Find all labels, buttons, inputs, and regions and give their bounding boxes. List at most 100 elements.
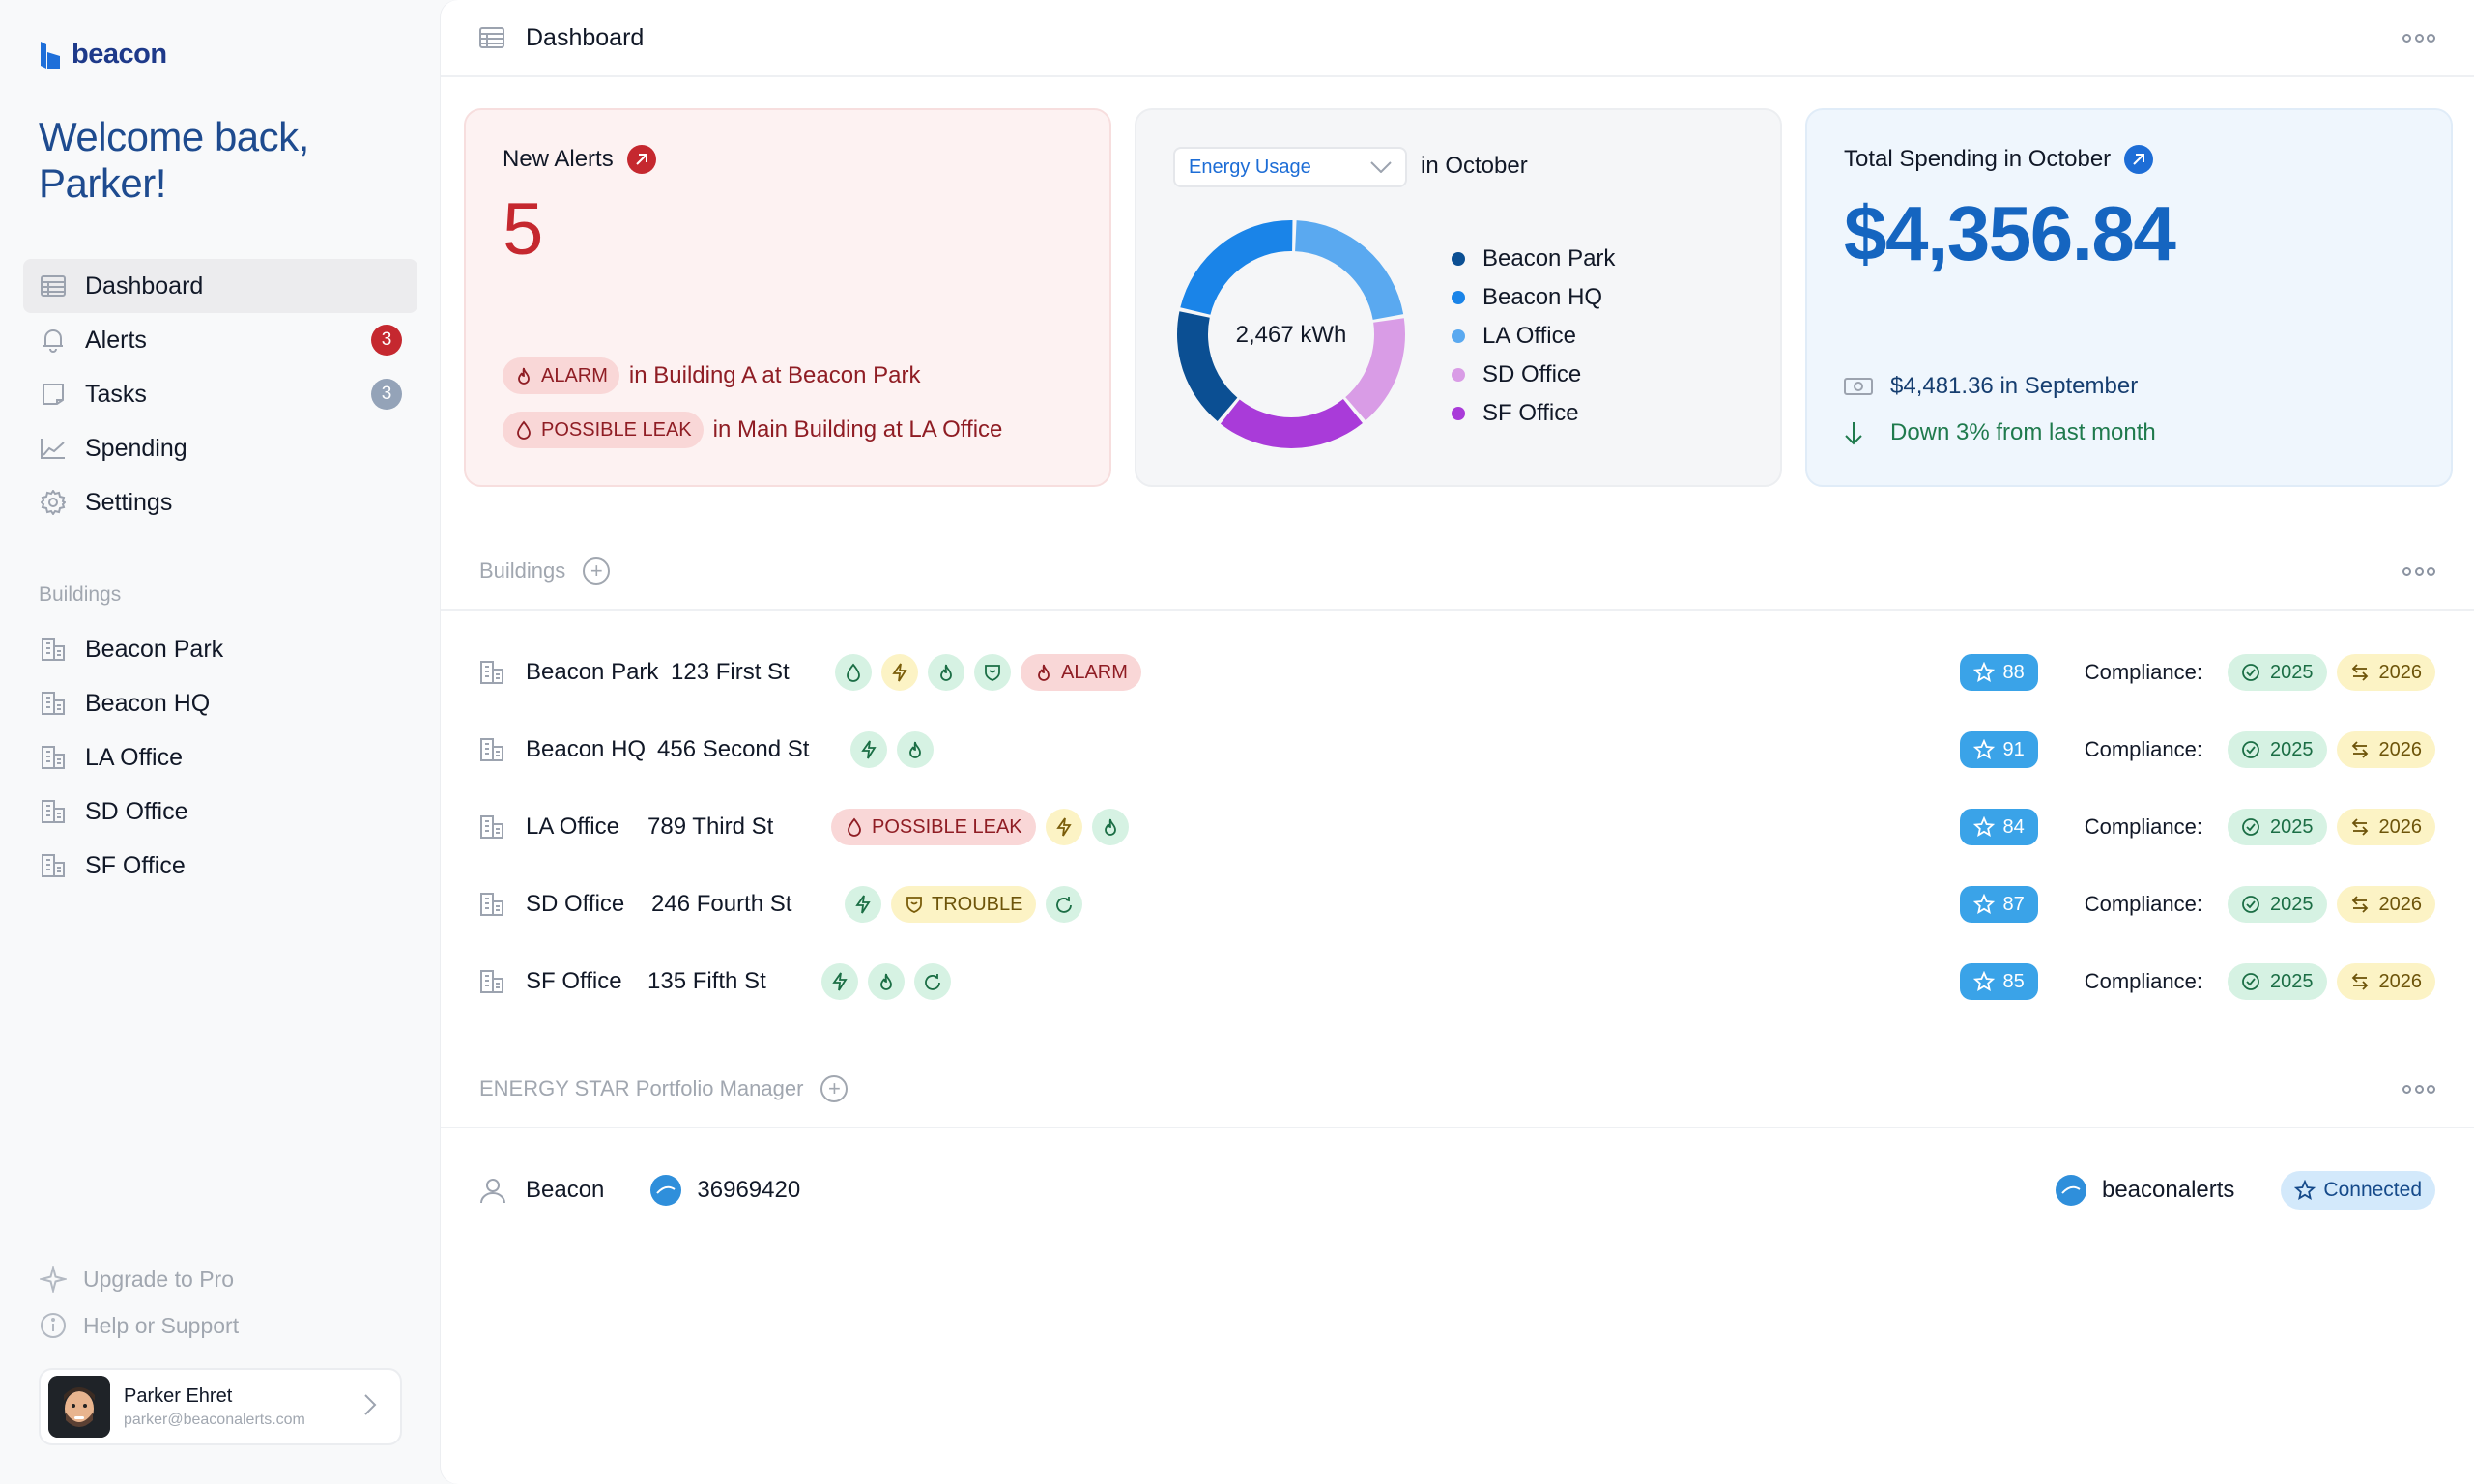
table-row[interactable]: Beacon Park 123 First St ALARM 88 Compliance… bbox=[479, 634, 2435, 711]
energy-donut-chart: 2,467 kWh bbox=[1177, 220, 1405, 448]
bolt-icon[interactable] bbox=[881, 654, 918, 691]
main-nav: Dashboard Alerts 3 Tasks 3 Spending Sett… bbox=[23, 259, 417, 529]
status-tag[interactable]: TROUBLE bbox=[891, 886, 1037, 923]
donut-slice-sd-office[interactable] bbox=[1345, 318, 1405, 421]
energy-star-score-badge[interactable]: 91 bbox=[1960, 731, 2038, 768]
building-address: 135 Fifth St bbox=[647, 968, 766, 994]
account-name: Beacon bbox=[526, 1177, 605, 1203]
alert-item[interactable]: POSSIBLE LEAK in Main Building at LA Off… bbox=[503, 412, 1002, 448]
legend-label: SF Office bbox=[1482, 400, 1579, 426]
sidebar-item-beacon-hq[interactable]: Beacon HQ bbox=[23, 676, 417, 730]
building-icon bbox=[479, 813, 508, 842]
energy-star-score-badge[interactable]: 88 bbox=[1960, 654, 2038, 691]
compliance-year-done[interactable]: 2025 bbox=[2228, 809, 2327, 845]
sidebar-item-la-office[interactable]: LA Office bbox=[23, 730, 417, 785]
year-label: 2026 bbox=[2378, 661, 2423, 683]
compliance-year-done[interactable]: 2025 bbox=[2228, 654, 2327, 691]
legend-item: Beacon HQ bbox=[1452, 278, 1615, 317]
spend-change: Down 3% from last month bbox=[1844, 419, 2156, 446]
upgrade-link[interactable]: Upgrade to Pro bbox=[39, 1256, 239, 1302]
add-energystar-button[interactable]: + bbox=[820, 1075, 849, 1102]
nav-item-settings[interactable]: Settings bbox=[23, 475, 417, 529]
upgrade-label: Upgrade to Pro bbox=[83, 1266, 234, 1292]
compliance-label: Compliance: bbox=[2084, 814, 2202, 839]
flame-icon[interactable] bbox=[928, 654, 964, 691]
legend-dot bbox=[1452, 368, 1465, 382]
bolt-icon[interactable] bbox=[1045, 809, 1082, 845]
total-spending-card[interactable]: Total Spending in October $4,356.84 $4,4… bbox=[1805, 108, 2453, 487]
compliance-year-next[interactable]: 2026 bbox=[2336, 963, 2435, 1000]
sidebar-item-beacon-park[interactable]: Beacon Park bbox=[23, 622, 417, 676]
check-circle-icon bbox=[2241, 663, 2260, 682]
building-name: Beacon HQ bbox=[526, 736, 647, 762]
compliance-year-next[interactable]: 2026 bbox=[2336, 809, 2435, 845]
bolt-icon[interactable] bbox=[850, 731, 887, 768]
building-address: 123 First St bbox=[671, 659, 790, 685]
table-row[interactable]: Beacon HQ 456 Second St 91 Compliance: 2025 2… bbox=[479, 711, 2435, 788]
status-tag[interactable]: ALARM bbox=[1021, 654, 1141, 691]
metric-select[interactable]: Energy Usage bbox=[1173, 147, 1407, 187]
donut-slice-beacon-hq[interactable] bbox=[1180, 220, 1293, 315]
energystar-account-row[interactable]: Beacon 36969420 beaconalerts Connected bbox=[479, 1152, 2435, 1229]
bolt-icon[interactable] bbox=[845, 886, 881, 923]
energy-star-score-badge[interactable]: 84 bbox=[1960, 809, 2038, 845]
compliance-year-done[interactable]: 2025 bbox=[2228, 963, 2327, 1000]
shield-icon[interactable] bbox=[974, 654, 1011, 691]
arrow-down-icon bbox=[1844, 420, 1875, 445]
nav-item-spending[interactable]: Spending bbox=[23, 421, 417, 475]
previous-spend: $4,481.36 in September bbox=[1844, 373, 2138, 400]
alert-item[interactable]: ALARM in Building A at Beacon Park bbox=[503, 357, 920, 394]
nav-item-dashboard[interactable]: Dashboard bbox=[23, 259, 417, 313]
donut-slice-sf-office[interactable] bbox=[1220, 399, 1363, 448]
sparkle-icon bbox=[39, 1265, 68, 1294]
arrow-up-right-icon[interactable] bbox=[2124, 145, 2154, 174]
compliance-year-next[interactable]: 2026 bbox=[2336, 654, 2435, 691]
building-icon bbox=[479, 658, 508, 687]
compliance-year-next[interactable]: 2026 bbox=[2336, 886, 2435, 923]
water-drop-icon[interactable] bbox=[835, 654, 872, 691]
table-row[interactable]: SD Office 246 Fourth St TROUBLE 87 Complianc… bbox=[479, 866, 2435, 943]
star-icon bbox=[1973, 971, 1996, 992]
more-options-icon[interactable] bbox=[2402, 28, 2435, 47]
nav-item-tasks[interactable]: Tasks 3 bbox=[23, 367, 417, 421]
table-row[interactable]: SF Office 135 Fifth St 85 Compliance: 2025 20… bbox=[479, 943, 2435, 1020]
donut-slice-la-office[interactable] bbox=[1295, 220, 1404, 320]
arrow-up-right-icon[interactable] bbox=[626, 145, 656, 174]
energy-star-score-badge[interactable]: 85 bbox=[1960, 963, 2038, 1000]
add-building-button[interactable]: + bbox=[583, 557, 611, 585]
nav-item-alerts[interactable]: Alerts 3 bbox=[23, 313, 417, 367]
flame-icon bbox=[1034, 663, 1053, 682]
compliance-year-next[interactable]: 2026 bbox=[2336, 731, 2435, 768]
connected-label: Connected bbox=[2323, 1179, 2422, 1201]
donut-slice-beacon-park[interactable] bbox=[1177, 311, 1238, 421]
status-tag[interactable]: POSSIBLE LEAK bbox=[831, 809, 1036, 845]
compliance-year-done[interactable]: 2025 bbox=[2228, 731, 2327, 768]
period-label: in October bbox=[1421, 153, 1528, 179]
water-drop-icon bbox=[845, 817, 864, 837]
beacon-logo[interactable]: beacon bbox=[39, 39, 167, 71]
avatar bbox=[48, 1376, 110, 1438]
bolt-icon[interactable] bbox=[821, 963, 858, 1000]
alert-text: in Building A at Beacon Park bbox=[628, 362, 921, 388]
status-tag-label: POSSIBLE LEAK bbox=[872, 815, 1022, 838]
compliance-year-done[interactable]: 2025 bbox=[2228, 886, 2327, 923]
refresh-drop-icon[interactable] bbox=[1046, 886, 1083, 923]
more-options-icon[interactable] bbox=[2402, 561, 2435, 581]
connected-status-badge[interactable]: Connected bbox=[2281, 1171, 2435, 1210]
building-status-tags: TROUBLE bbox=[845, 886, 1083, 923]
flame-icon[interactable] bbox=[868, 963, 905, 1000]
flame-icon[interactable] bbox=[897, 731, 934, 768]
user-profile-card[interactable]: Parker Ehret parker@beaconalerts.com bbox=[39, 1368, 402, 1445]
energy-star-score-badge[interactable]: 87 bbox=[1960, 886, 2038, 923]
help-label: Help or Support bbox=[83, 1312, 240, 1338]
flame-icon[interactable] bbox=[1091, 809, 1129, 845]
table-row[interactable]: LA Office 789 Third St POSSIBLE LEAK 84 Comp… bbox=[479, 788, 2435, 866]
refresh-drop-icon[interactable] bbox=[914, 963, 951, 1000]
sidebar-item-sd-office[interactable]: SD Office bbox=[23, 785, 417, 839]
help-link[interactable]: Help or Support bbox=[39, 1302, 239, 1349]
new-alerts-card[interactable]: New Alerts 5 ALARM in Building A at Beac… bbox=[464, 108, 1111, 487]
sidebar-item-sf-office[interactable]: SF Office bbox=[23, 839, 417, 893]
more-options-icon[interactable] bbox=[2402, 1079, 2435, 1099]
previous-spend-text: $4,481.36 in September bbox=[1890, 373, 2139, 399]
welcome-text: Welcome back, Parker! bbox=[39, 114, 309, 206]
